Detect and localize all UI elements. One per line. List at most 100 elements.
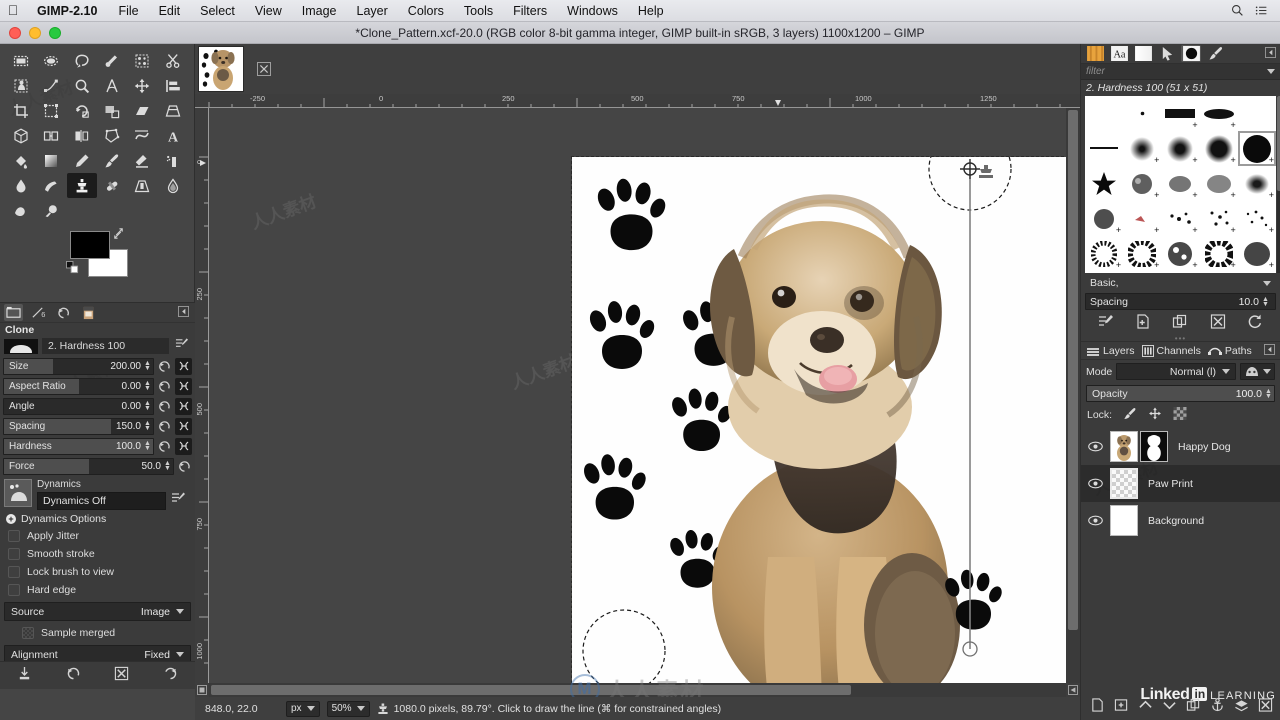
menu-file[interactable]: File	[108, 4, 148, 18]
brush-cell[interactable]: +	[1123, 271, 1161, 273]
sample-merged-checkbox[interactable]	[22, 627, 34, 639]
scale-tool-icon[interactable]	[97, 98, 127, 123]
free-select-tool-icon[interactable]	[67, 48, 97, 73]
delete-tool-preset-icon[interactable]	[114, 666, 129, 686]
brush-cell[interactable]: +	[1200, 236, 1238, 271]
edit-brush-icon[interactable]	[173, 337, 191, 355]
layer-thumbnail[interactable]	[1110, 468, 1138, 499]
canvas-image-sheet[interactable]	[571, 127, 1066, 683]
link-angle-icon[interactable]	[175, 397, 192, 415]
layer-row-background[interactable]: Background	[1081, 502, 1280, 539]
layer-visibility-eye-icon[interactable]	[1087, 478, 1104, 489]
composite-mode-select[interactable]	[1240, 363, 1275, 380]
crop-tool-icon[interactable]	[6, 98, 36, 123]
duplicate-brush-icon[interactable]	[1172, 314, 1188, 334]
hard-edge-row[interactable]: Hard edge	[0, 581, 195, 599]
brush-filter-input[interactable]: filter	[1086, 66, 1105, 77]
new-brush-icon[interactable]	[1135, 314, 1151, 334]
edit-brush-icon[interactable]	[1098, 314, 1114, 334]
brush-cell[interactable]	[1085, 131, 1123, 166]
smudge-tool-icon[interactable]	[6, 198, 36, 223]
brush-cell[interactable]: +	[1123, 201, 1161, 236]
3d-transform-tool-icon[interactable]	[6, 123, 36, 148]
foreground-select-tool-icon[interactable]	[6, 73, 36, 98]
gradient-tool-icon[interactable]	[36, 148, 66, 173]
aspect-ratio-slider[interactable]: Aspect Ratio 0.00 ▲ ▼	[3, 377, 154, 395]
brush-cell[interactable]: +	[1123, 236, 1161, 271]
image-tab-thumbnail[interactable]	[198, 46, 244, 92]
select-by-color-tool-icon[interactable]	[127, 48, 157, 73]
link-size-icon[interactable]	[175, 357, 192, 375]
swap-colors-icon[interactable]	[112, 227, 125, 243]
tool-options-collapse-icon[interactable]	[178, 306, 191, 319]
brush-spacing-row[interactable]: Spacing 10.0 ▲ ▼	[1085, 293, 1276, 310]
eraser-tool-icon[interactable]	[127, 148, 157, 173]
brush-cell[interactable]: +	[1200, 271, 1238, 273]
image-canvas[interactable]: 人人素材 人人素材 人人素材	[209, 108, 1066, 683]
reset-spacing-icon[interactable]	[157, 420, 172, 433]
brush-selector-row[interactable]: 2. Hardness 100	[0, 336, 195, 356]
shear-tool-icon[interactable]	[127, 98, 157, 123]
spacing-slider[interactable]: Spacing 150.0 ▲ ▼	[3, 417, 154, 435]
brush-spacing-spinner[interactable]: ▲ ▼	[1262, 296, 1271, 308]
move-tool-icon[interactable]	[127, 73, 157, 98]
menu-image[interactable]: Image	[292, 4, 347, 18]
scissors-select-tool-icon[interactable]	[158, 48, 188, 73]
tab-channels[interactable]: Channels	[1141, 344, 1201, 357]
reset-aspect-ratio-icon[interactable]	[157, 380, 172, 393]
rect-select-tool-icon[interactable]	[6, 48, 36, 73]
warp-transform-tool-icon[interactable]	[127, 123, 157, 148]
layer-row-paw-print[interactable]: Paw Print	[1081, 465, 1280, 502]
tab-layers[interactable]: Layers	[1086, 345, 1135, 357]
link-hardness-icon[interactable]	[175, 437, 192, 455]
menu-edit[interactable]: Edit	[149, 4, 191, 18]
ink-tool-icon[interactable]	[6, 173, 36, 198]
chevron-down-icon[interactable]	[1267, 69, 1275, 74]
apply-jitter-checkbox[interactable]	[8, 530, 20, 542]
brush-cell[interactable]: +	[1161, 166, 1199, 201]
vertical-ruler[interactable]: 0 250 500 750 1000	[195, 108, 209, 683]
fuzzy-select-tool-icon[interactable]	[97, 48, 127, 73]
brush-cell[interactable]: +	[1085, 201, 1123, 236]
delete-layer-icon[interactable]	[1258, 697, 1273, 717]
tab-paths[interactable]: Paths	[1207, 345, 1252, 357]
horizontal-scrollbar-thumb[interactable]	[211, 685, 851, 695]
save-tool-preset-icon[interactable]	[17, 666, 32, 686]
angle-spinner[interactable]: ▲ ▼	[144, 400, 153, 412]
reset-size-icon[interactable]	[157, 360, 172, 373]
restore-tool-preset-icon[interactable]	[66, 666, 81, 686]
angle-slider[interactable]: Angle 0.00 ▲ ▼	[3, 397, 154, 415]
paintbrush-tool-icon[interactable]	[97, 148, 127, 173]
layer-mode-select[interactable]: Normal (l)	[1116, 363, 1236, 380]
zoom-selector[interactable]: 50%	[326, 700, 370, 717]
refresh-brushes-icon[interactable]	[1247, 314, 1263, 334]
brush-cell[interactable]: +	[1161, 131, 1199, 166]
raise-layer-icon[interactable]	[1138, 698, 1153, 717]
handle-transform-tool-icon[interactable]	[36, 123, 66, 148]
force-slider[interactable]: Force 50.0 ▲ ▼	[3, 457, 174, 475]
hardness-slider[interactable]: Hardness 100.0 ▲ ▼	[3, 437, 154, 455]
flip-tool-icon[interactable]	[67, 123, 97, 148]
images-tab[interactable]	[79, 304, 98, 321]
brush-cell[interactable]	[1085, 96, 1123, 131]
mypaint-brush-tool-icon[interactable]	[36, 173, 66, 198]
gradients-tab[interactable]	[1133, 45, 1153, 62]
measure-tool-icon[interactable]	[97, 73, 127, 98]
dynamics-select[interactable]: Dynamics Off	[37, 492, 166, 510]
brush-cell[interactable]: +	[1161, 96, 1199, 131]
brush-preview-thumbnail[interactable]	[4, 338, 38, 354]
quick-mask-toggle-icon[interactable]	[195, 683, 209, 697]
spacing-spinner[interactable]: ▲ ▼	[144, 420, 153, 432]
paint-dynamics-tab[interactable]	[1205, 45, 1225, 62]
menu-filters[interactable]: Filters	[503, 4, 557, 18]
heal-tool-icon[interactable]	[97, 173, 127, 198]
undo-history-tab[interactable]	[54, 304, 73, 321]
sample-merged-row[interactable]: Sample merged	[0, 624, 195, 642]
brush-cell[interactable]: +	[1200, 166, 1238, 201]
brush-tag-row[interactable]: Basic,	[1085, 276, 1276, 290]
pointer-tab[interactable]	[1157, 45, 1177, 62]
dynamics-preview-thumbnail[interactable]	[4, 479, 32, 507]
perspective-tool-icon[interactable]	[158, 98, 188, 123]
lock-pixels-icon[interactable]	[1123, 407, 1137, 423]
list-icon[interactable]	[1250, 0, 1272, 22]
